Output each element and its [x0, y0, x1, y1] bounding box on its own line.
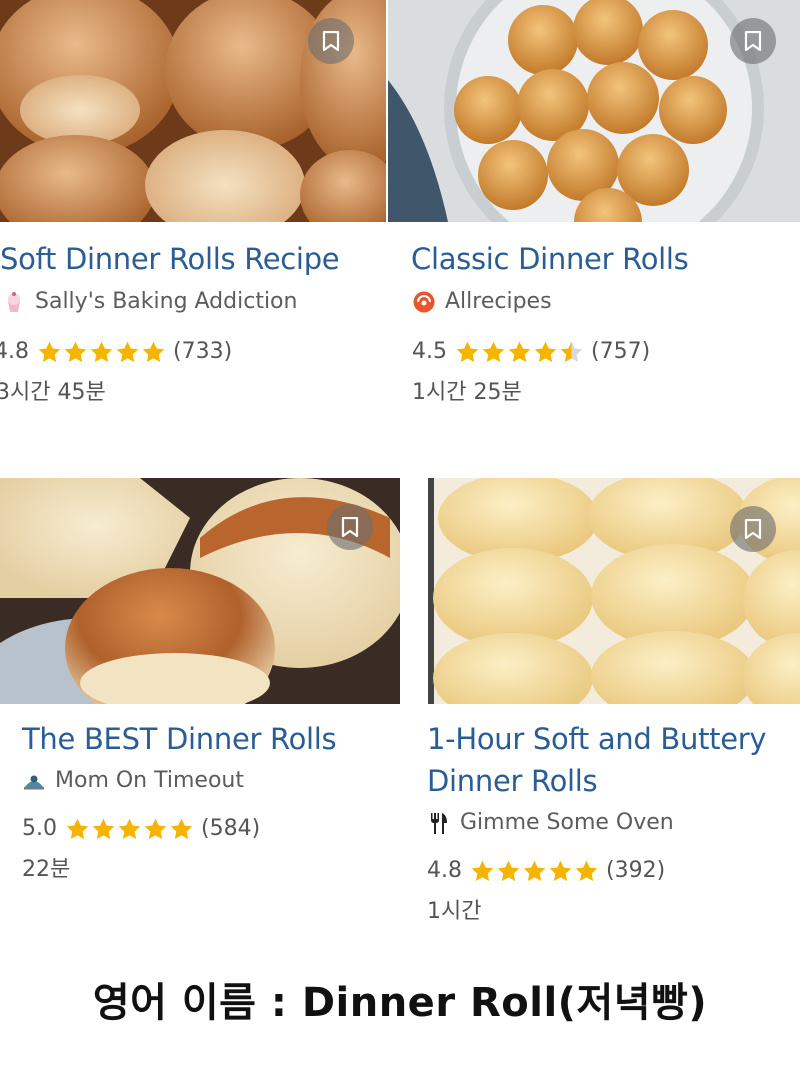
star-filled-icon	[456, 341, 479, 362]
source-name: Allrecipes	[445, 289, 552, 314]
bookmark-button[interactable]	[327, 504, 373, 550]
star-filled-icon	[471, 860, 494, 881]
recipe-title-line-2[interactable]: Dinner Rolls	[427, 760, 598, 802]
fork-knife-icon	[428, 812, 450, 834]
review-count: (584)	[201, 816, 261, 841]
star-rating	[470, 859, 600, 884]
cook-time: 22분	[22, 857, 71, 882]
star-filled-icon	[66, 818, 89, 839]
star-filled-icon	[575, 860, 598, 881]
star-filled-icon	[64, 341, 87, 362]
star-filled-icon	[170, 818, 193, 839]
star-filled-icon	[482, 341, 505, 362]
bookmark-button[interactable]	[730, 18, 776, 64]
bookmark-button[interactable]	[308, 18, 354, 64]
star-filled-icon	[144, 818, 167, 839]
cook-time: 1시간 25분	[412, 380, 522, 405]
star-rating	[65, 817, 195, 842]
review-count: (392)	[606, 858, 666, 883]
rating-value: 5.0	[22, 816, 57, 841]
cook-time: 3시간 45분	[0, 380, 106, 405]
recipe-source[interactable]: Allrecipes	[413, 287, 552, 317]
star-filled-icon	[549, 860, 572, 881]
source-name: Mom On Timeout	[55, 768, 244, 793]
bookmark-icon	[744, 519, 762, 539]
star-filled-icon	[142, 341, 165, 362]
recipe-photo[interactable]	[388, 0, 800, 222]
recipe-title[interactable]: The BEST Dinner Rolls	[22, 718, 337, 760]
cupcake-icon	[3, 291, 25, 313]
bookmark-button[interactable]	[730, 506, 776, 552]
recipe-photo[interactable]	[0, 0, 386, 222]
star-filled-icon	[90, 341, 113, 362]
bookmark-icon	[322, 31, 340, 51]
source-name: Sally's Baking Addiction	[35, 289, 298, 314]
rating-value: 4.8	[427, 858, 462, 883]
rating-row: 4.8 (733)	[0, 337, 232, 367]
rating-value: 4.8	[0, 339, 29, 364]
rating-row: 5.0 (584)	[22, 814, 260, 844]
recipe-photo[interactable]	[0, 478, 400, 704]
star-filled-icon	[116, 341, 139, 362]
recipe-source[interactable]: Sally's Baking Addiction	[3, 287, 297, 317]
star-filled-icon	[508, 341, 531, 362]
review-count: (733)	[173, 339, 233, 364]
review-count: (757)	[591, 339, 651, 364]
caption-text: 영어 이름 : Dinner Roll(저녁빵)	[92, 980, 708, 1026]
star-filled-icon	[534, 341, 557, 362]
star-filled-icon	[92, 818, 115, 839]
recipe-title[interactable]: Soft Dinner Rolls Recipe	[0, 238, 340, 280]
bookmark-icon	[341, 517, 359, 537]
star-filled-icon	[38, 341, 61, 362]
rating-row: 4.8 (392)	[427, 856, 665, 886]
rating-value: 4.5	[412, 339, 447, 364]
recipe-source[interactable]: Gimme Some Oven	[428, 808, 674, 838]
star-rating	[455, 340, 585, 365]
recipe-photo[interactable]	[428, 478, 800, 704]
bookmark-icon	[744, 31, 762, 51]
cook-time: 1시간	[427, 899, 482, 924]
source-name: Gimme Some Oven	[460, 810, 674, 835]
star-filled-icon	[497, 860, 520, 881]
star-rating	[37, 340, 167, 365]
rating-row: 4.5 (757)	[412, 337, 650, 367]
mom-on-timeout-logo-icon	[23, 770, 45, 792]
star-filled-icon	[523, 860, 546, 881]
allrecipes-logo-icon	[413, 291, 435, 313]
recipe-title[interactable]: 1-Hour Soft and Buttery	[427, 718, 767, 760]
star-half-icon	[560, 341, 583, 362]
recipe-title[interactable]: Classic Dinner Rolls	[411, 238, 689, 280]
recipe-source[interactable]: Mom On Timeout	[23, 766, 244, 796]
star-filled-icon	[118, 818, 141, 839]
